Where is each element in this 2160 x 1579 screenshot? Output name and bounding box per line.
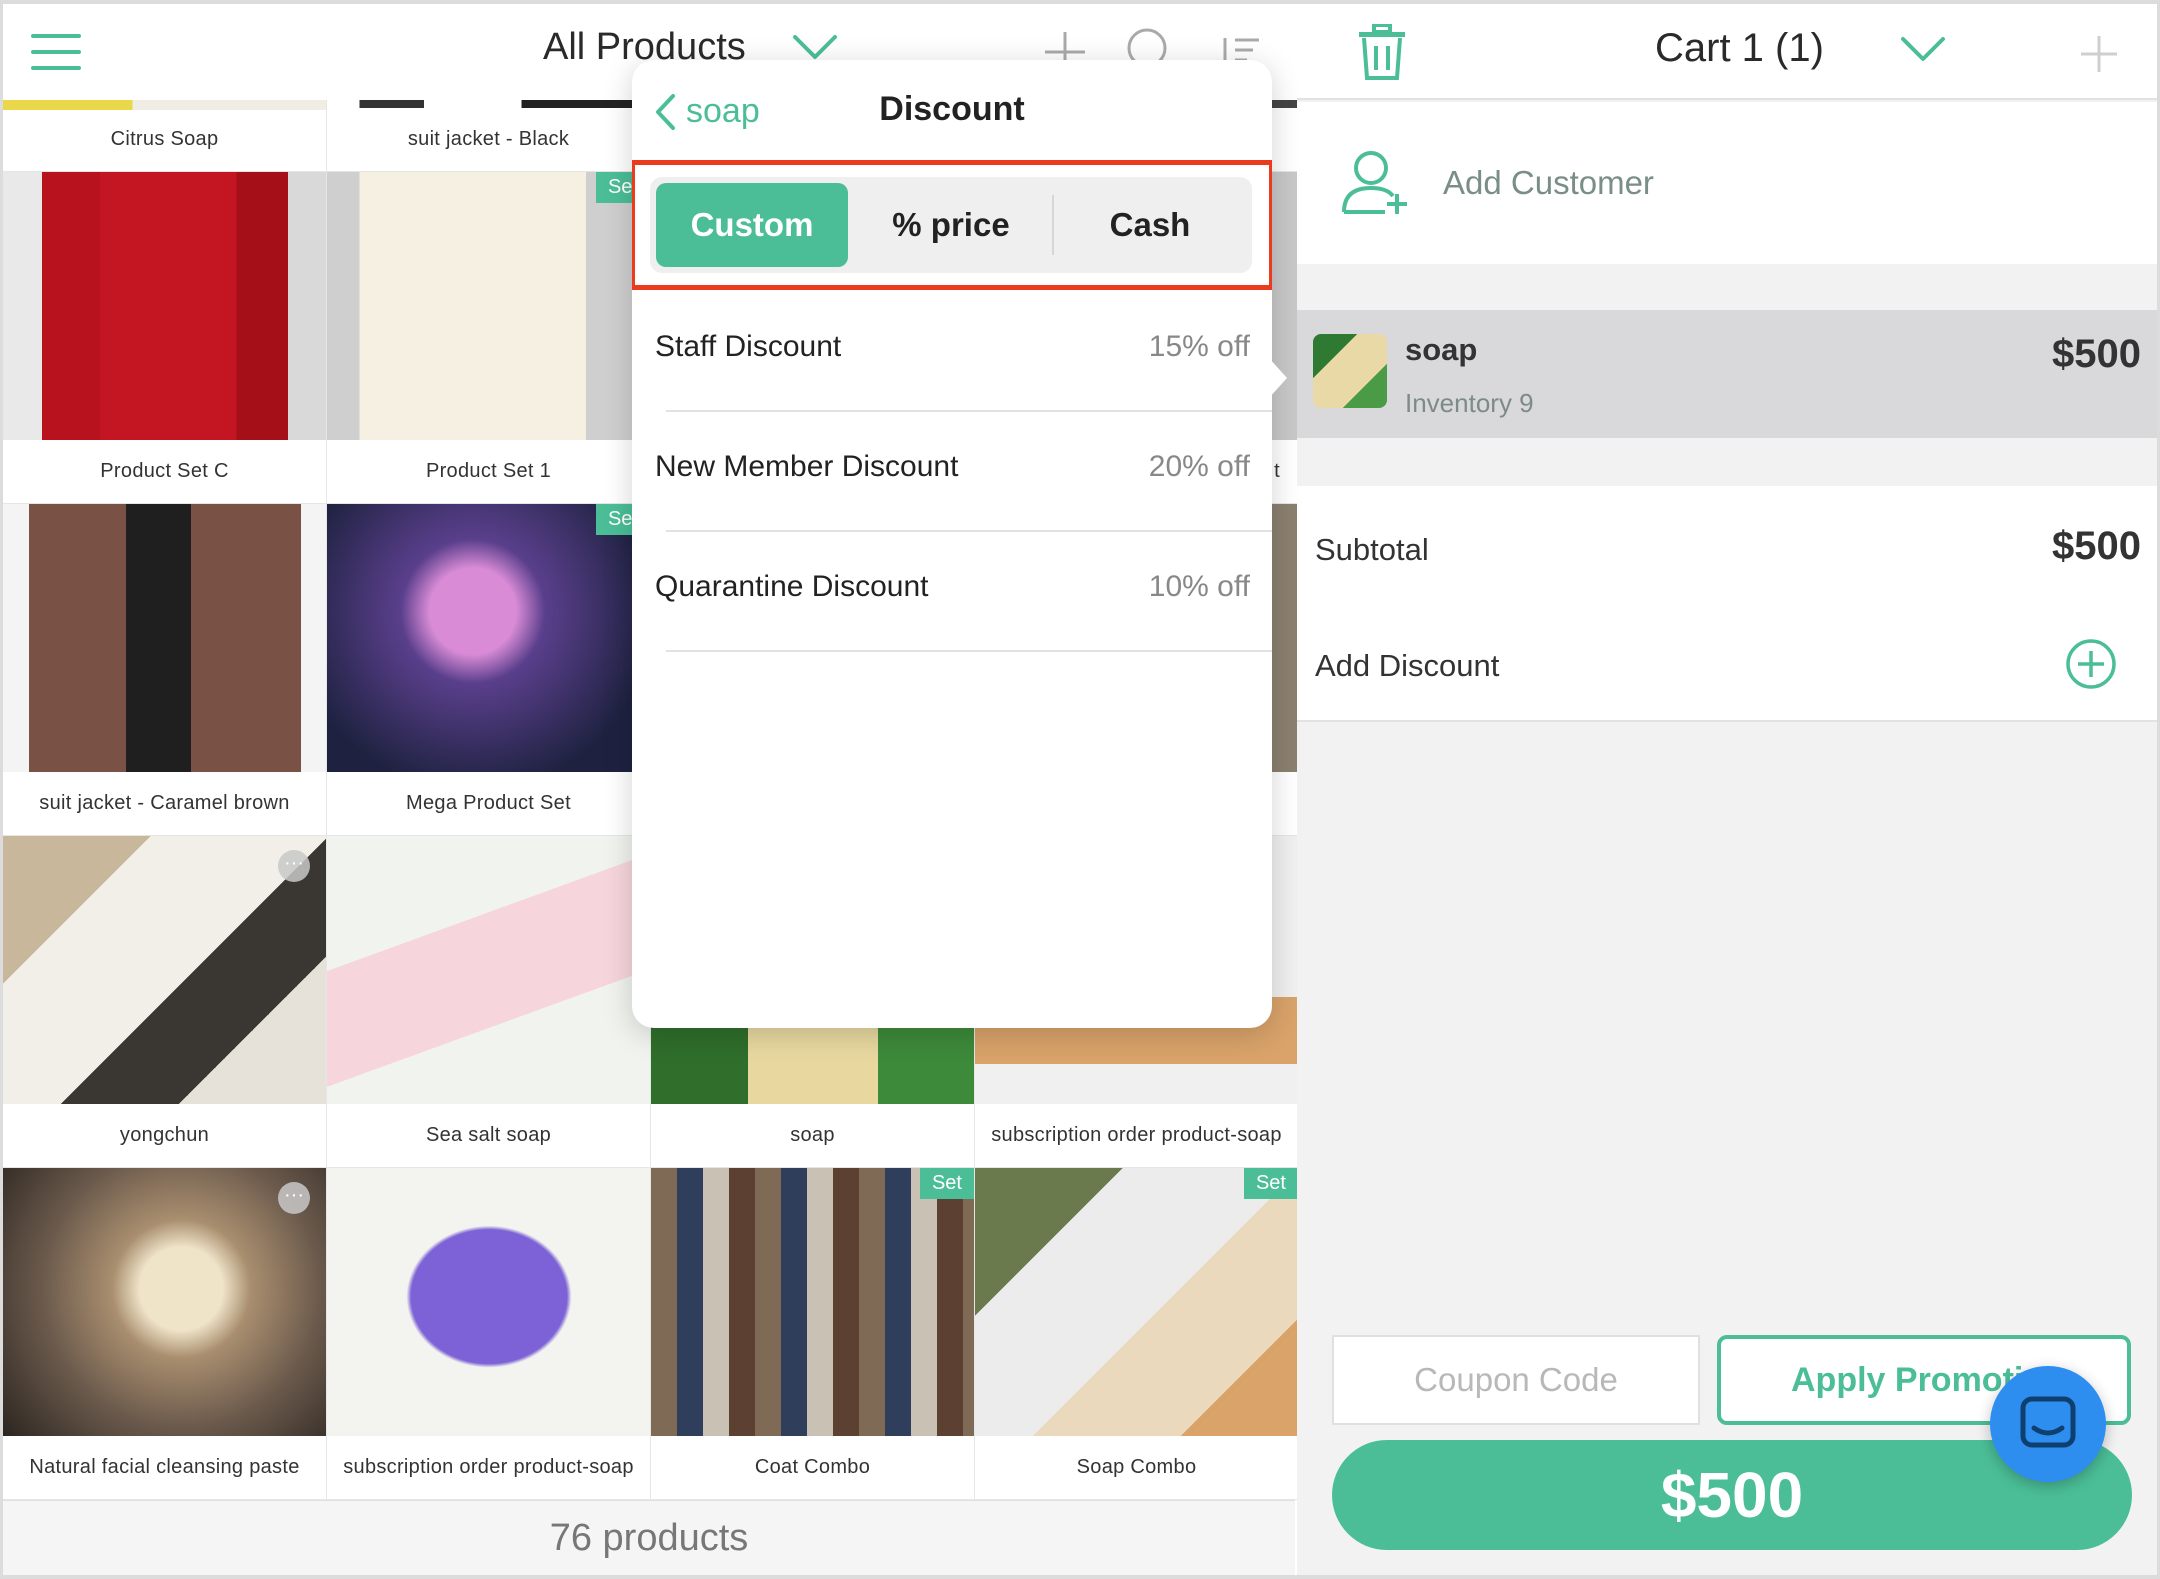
product-name: soap [790, 1124, 835, 1146]
product-card[interactable]: ··· yongchun [3, 836, 327, 1168]
discount-name: Quarantine Discount [655, 570, 929, 603]
product-name: Product Set 1 [425, 460, 552, 482]
product-card[interactable]: suit jacket - Black [327, 100, 651, 172]
product-card[interactable]: ··· Natural facial cleansing paste [3, 1168, 327, 1500]
product-card[interactable]: Set Coat Combo [651, 1168, 975, 1500]
product-image [327, 172, 650, 440]
product-card[interactable]: Sea salt soap [327, 836, 651, 1168]
cart-pane: Cart 1 (1) Add Customer soap Inventory 9… [1297, 4, 2157, 1575]
product-name: yongchun [119, 1124, 210, 1146]
set-badge: Set [1243, 1168, 1298, 1199]
product-name: Product Set C [100, 460, 229, 482]
set-badge: Set [919, 1168, 974, 1199]
product-card[interactable]: Set Mega Product Set [327, 504, 651, 836]
product-name: subscription order product-soap [991, 1124, 1282, 1146]
chevron-down-icon[interactable] [1899, 34, 1947, 64]
cart-header: Cart 1 (1) [1297, 4, 2157, 100]
product-card[interactable]: Product Set C [3, 172, 327, 504]
product-image [327, 504, 650, 772]
item-price: $500 [2052, 332, 2141, 376]
product-name: Sea salt soap [425, 1124, 552, 1146]
add-customer-label: Add Customer [1443, 164, 1654, 201]
item-name: soap [1405, 332, 1478, 367]
more-options-icon[interactable]: ··· [278, 850, 310, 882]
chevron-down-icon[interactable] [791, 32, 839, 62]
back-label: soap [686, 92, 760, 130]
discount-value: 20% off [1148, 450, 1250, 483]
chat-support-button[interactable] [1990, 1366, 2106, 1482]
discount-value: 10% off [1148, 570, 1250, 603]
coupon-code-input[interactable]: Coupon Code [1332, 1335, 1700, 1425]
product-name: Natural facial cleansing paste [29, 1456, 300, 1478]
add-circle-icon[interactable] [2065, 638, 2117, 690]
discount-type-segmented-control: Custom % price Cash [650, 177, 1252, 273]
cart-line-item[interactable]: soap Inventory 9 $500 [1297, 310, 2157, 438]
plus-icon[interactable] [2079, 34, 2119, 74]
tab-percent-price[interactable]: % price [855, 183, 1047, 267]
tab-custom[interactable]: Custom [656, 183, 848, 267]
item-inventory: Inventory 9 [1405, 388, 1534, 418]
tab-cash[interactable]: Cash [1054, 183, 1246, 267]
discount-option[interactable]: Staff Discount 15% off [632, 292, 1272, 412]
add-customer-row[interactable]: Add Customer [1297, 102, 2157, 264]
back-button[interactable]: soap [654, 92, 760, 131]
product-name: subscription order product-soap [343, 1456, 634, 1478]
trash-icon[interactable] [1357, 24, 1407, 80]
product-name: Mega Product Set [406, 792, 571, 814]
product-image [3, 504, 326, 772]
discount-name: Staff Discount [655, 330, 842, 363]
chat-icon [2020, 1396, 2076, 1448]
discount-popover: Discount soap Custom % price Cash Staff … [632, 60, 1272, 1028]
discount-value: 15% off [1148, 330, 1250, 363]
product-name: Citrus Soap [110, 128, 219, 150]
discount-name: New Member Discount [655, 450, 959, 483]
cart-totals: Subtotal $500 Add Discount [1297, 486, 2157, 722]
product-card[interactable]: Set Soap Combo [975, 1168, 1299, 1500]
discount-option[interactable]: New Member Discount 20% off [632, 412, 1272, 532]
product-name: Soap Combo [1076, 1456, 1197, 1478]
product-card[interactable]: Citrus Soap [3, 100, 327, 172]
discount-option[interactable]: Quarantine Discount 10% off [632, 532, 1272, 652]
menu-icon[interactable] [31, 34, 81, 70]
popover-arrow [1269, 358, 1287, 398]
product-image [651, 1168, 974, 1436]
chevron-left-icon [656, 93, 675, 130]
product-image [975, 1168, 1298, 1436]
more-options-icon[interactable]: ··· [278, 1182, 310, 1214]
add-user-icon [1342, 151, 1407, 214]
cart-title[interactable]: Cart 1 (1) [1655, 26, 1824, 71]
product-image [327, 1168, 650, 1436]
divider [666, 650, 1272, 652]
product-name: suit jacket - Caramel brown [39, 792, 290, 814]
subtotal-label: Subtotal [1315, 532, 1429, 567]
product-image [3, 836, 326, 1104]
product-count: 76 products [3, 1500, 1295, 1575]
app-screen: All Products Citrus Soap suit jacket - B… [3, 4, 2157, 1575]
product-thumbnail [1313, 334, 1387, 408]
product-image [327, 836, 650, 1104]
product-card[interactable]: suit jacket - Caramel brown [3, 504, 327, 836]
product-name: suit jacket - Black [407, 128, 570, 150]
add-discount-label[interactable]: Add Discount [1315, 648, 1499, 684]
subtotal-value: $500 [2052, 524, 2141, 568]
product-image [3, 1168, 326, 1436]
product-card[interactable]: Set Product Set 1 [327, 172, 651, 504]
product-card[interactable]: subscription order product-soap [327, 1168, 651, 1500]
product-name: Coat Combo [754, 1456, 871, 1478]
product-image [3, 172, 326, 440]
